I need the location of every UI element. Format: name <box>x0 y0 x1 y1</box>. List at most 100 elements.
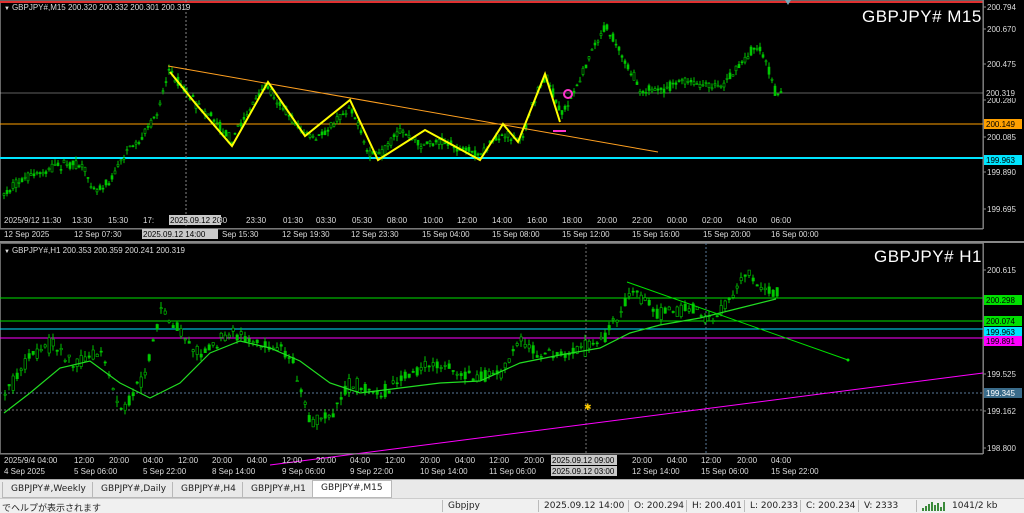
candle-body <box>715 315 719 318</box>
chart-pane-m15[interactable]: 200.794 200.670 200.475 200.280 200.085 199.8… <box>0 0 1024 240</box>
candle-body <box>191 349 195 352</box>
tab-gbpjpy-weekly[interactable]: GBPJPY#,Weekly <box>2 482 95 498</box>
candle-body <box>14 179 18 188</box>
candle-body <box>407 373 411 378</box>
candle-body <box>591 342 595 345</box>
candle-body <box>435 361 439 369</box>
candle-body <box>523 343 527 348</box>
time-axis-label: Sep 15:30 <box>222 230 259 239</box>
time-axis-label: 15 Sep 20:00 <box>703 230 751 239</box>
tab-gbpjpy-h4[interactable]: GBPJPY#,H4 <box>172 482 245 498</box>
candle-body <box>152 116 156 119</box>
candle-body <box>79 355 83 367</box>
candle-body <box>389 137 393 146</box>
candle-body <box>439 367 443 369</box>
time-axis-label: 14:00 <box>492 216 513 225</box>
m15-chart-canvas[interactable]: 200.794200.670200.475200.280200.085199.8… <box>0 0 1024 240</box>
candle-body <box>387 390 391 394</box>
candle-body <box>275 102 279 105</box>
h1-chart-canvas[interactable]: 200.615 199.525 199.162 198.800 200.298 200.0… <box>0 243 1024 478</box>
candle-body <box>740 61 744 64</box>
connection-bars-icon <box>922 502 948 511</box>
candle-body <box>149 119 153 128</box>
dropdown-triangle-icon: ▼ <box>4 6 10 12</box>
candle-body <box>599 336 603 340</box>
status-traffic: 1041/2 kb <box>952 501 998 511</box>
candle-body <box>407 134 411 138</box>
candle-body <box>416 139 420 146</box>
candle-body <box>599 33 603 36</box>
candle-body <box>770 78 774 81</box>
candle-body <box>563 105 567 110</box>
candle-body <box>509 139 513 141</box>
candle-body <box>713 83 717 86</box>
candle-body <box>299 389 303 393</box>
m15-ohlc-readout: ▼ GBPJPY#,M15 200.320 200.332 200.301 200… <box>4 3 191 12</box>
candle-body <box>644 92 648 94</box>
candle-body <box>323 130 327 135</box>
candle-body <box>719 85 723 88</box>
tab-gbpjpy-daily[interactable]: GBPJPY#,Daily <box>92 482 176 498</box>
candle-body <box>707 83 711 88</box>
candle-body <box>698 84 702 88</box>
time-axis-label: 04:00 <box>455 456 476 465</box>
candle-body <box>487 371 491 376</box>
candle-body <box>195 346 199 355</box>
candle-body <box>59 169 63 171</box>
candle-body <box>711 320 715 322</box>
candle-body <box>171 325 175 329</box>
candle-body <box>773 85 777 96</box>
candle-body <box>443 365 447 367</box>
tab-gbpjpy-m15[interactable]: GBPJPY#,M15 <box>312 480 392 498</box>
candle-body <box>146 126 150 128</box>
time-axis-label: 15 Sep 08:00 <box>492 230 540 239</box>
candle-body <box>167 68 171 71</box>
candle-body <box>731 74 735 77</box>
status-close: C: 200.234 <box>806 501 856 511</box>
candle-body <box>668 81 672 91</box>
candle-body <box>743 274 747 277</box>
candle-body <box>147 354 151 361</box>
candle-body <box>65 163 69 166</box>
candle-body <box>386 143 390 147</box>
candle-body <box>127 395 131 406</box>
candle-body <box>8 190 12 193</box>
candle-body <box>401 130 405 134</box>
candle-body <box>392 134 396 137</box>
candle-body <box>603 332 607 343</box>
time-axis-label: 04:00 <box>771 456 792 465</box>
candle-body <box>578 80 582 83</box>
candle-body <box>643 297 647 301</box>
candle-body <box>755 284 759 287</box>
candle-body <box>596 40 600 43</box>
candle-body <box>183 338 187 341</box>
candle-body <box>471 378 475 381</box>
candle-body <box>115 400 119 403</box>
candle-body <box>23 176 27 179</box>
tab-gbpjpy-h1[interactable]: GBPJPY#,H1 <box>242 482 315 498</box>
orange-price-tag: 200.149 <box>986 120 1015 129</box>
candle-body <box>535 355 539 358</box>
time-axis-label: 15 Sep 12:00 <box>562 230 610 239</box>
candle-body <box>266 86 270 89</box>
candle-body <box>650 88 654 92</box>
candle-body <box>139 376 143 388</box>
candle-body <box>737 64 741 69</box>
candle-body <box>62 159 66 164</box>
candle-body <box>219 332 223 338</box>
candle-body <box>455 373 459 376</box>
time-axis-label: 13:30 <box>72 216 93 225</box>
current-price-tag: 200.319 <box>986 89 1015 98</box>
candle-body <box>83 356 87 362</box>
candle-body <box>771 289 775 297</box>
candle-body <box>239 122 243 127</box>
candle-body <box>315 414 319 426</box>
candle-body <box>39 349 43 352</box>
candle-body <box>461 147 465 150</box>
candle-body <box>163 310 167 315</box>
candle-body <box>647 85 651 91</box>
chart-pane-h1[interactable]: 200.615 199.525 199.162 198.800 200.298 200.0… <box>0 241 1024 478</box>
candle-body <box>335 402 339 405</box>
candle-body <box>134 141 138 145</box>
candle-body <box>500 134 504 137</box>
